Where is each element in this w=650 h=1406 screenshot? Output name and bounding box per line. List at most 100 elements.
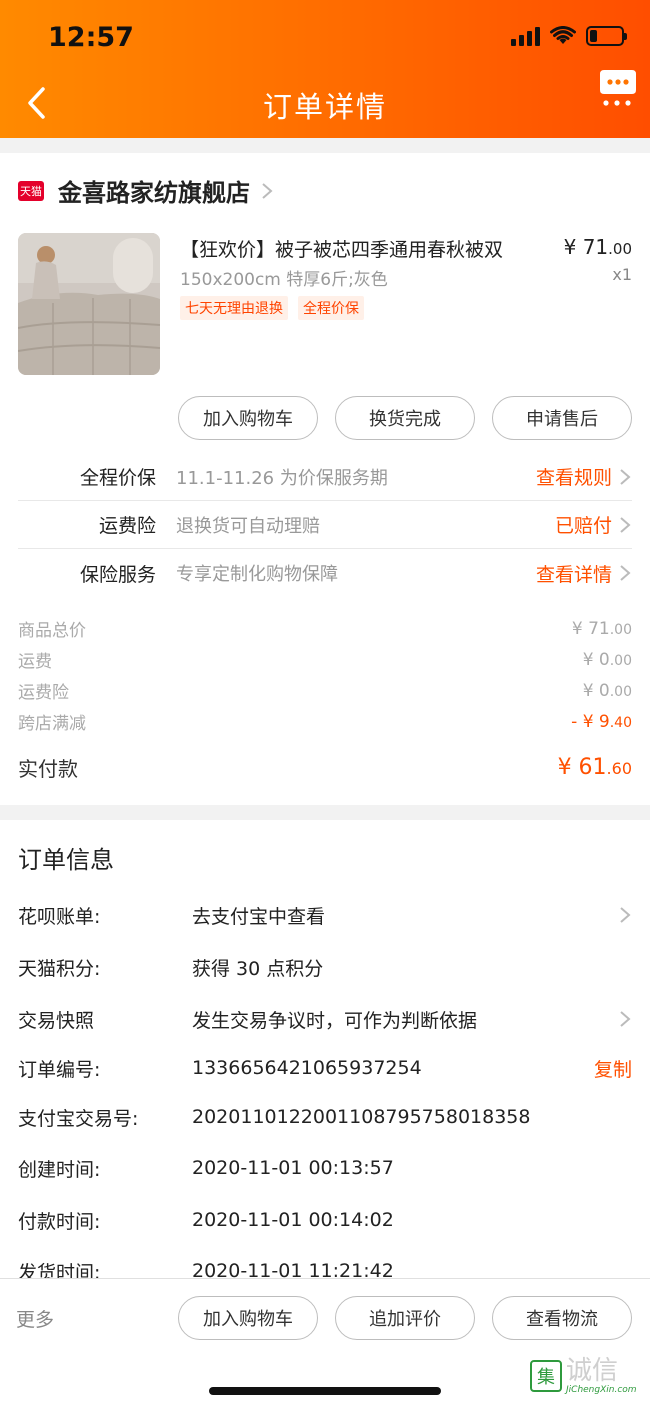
summary-label: 跨店满减	[18, 714, 86, 734]
info-value: 2020-11-01 11:21:42	[192, 1260, 394, 1280]
product-price: ¥ 71.00 x1	[564, 235, 632, 284]
service-desc: 退换货可自动理赔	[176, 515, 320, 537]
order-info-title: 订单信息	[18, 846, 114, 874]
info-value: 发生交易争议时，可作为判断依据	[192, 1009, 478, 1032]
service-label: 运费险	[98, 515, 156, 537]
info-row-points: 天猫积分: 获得 30 点积分	[18, 940, 632, 994]
order-info-card: 订单信息 花呗账单: 去支付宝中查看 天猫积分: 获得 30 点积分 交易快照 …	[0, 820, 650, 1280]
service-desc: 专享定制化购物保障	[176, 564, 338, 585]
tmall-logo-icon: 天猫	[18, 180, 44, 201]
chat-bubble-icon	[600, 70, 636, 106]
info-label: 花呗账单:	[18, 905, 101, 928]
order-info-list: 花呗账单: 去支付宝中查看 天猫积分: 获得 30 点积分 交易快照 发生交易争…	[18, 890, 632, 1281]
info-value: 2020-11-01 00:13:57	[192, 1157, 394, 1179]
service-row-insurance[interactable]: 保险服务 专享定制化购物保障 查看详情	[18, 549, 632, 597]
paid-value: ¥ 61	[557, 755, 607, 780]
summary-decimal: .00	[609, 621, 632, 638]
page-title: 订单详情	[262, 90, 387, 124]
service-desc: 11.1-11.26 为价保服务期	[176, 467, 388, 489]
add-to-cart-button[interactable]: 加入购物车	[178, 396, 318, 440]
paid-decimal: .60	[606, 759, 632, 778]
wifi-icon	[550, 26, 576, 44]
info-label: 付款时间:	[18, 1210, 101, 1233]
info-row-created: 创建时间: 2020-11-01 00:13:57	[18, 1142, 632, 1194]
service-action[interactable]: 查看详情	[536, 560, 612, 587]
chevron-right-icon	[620, 1011, 631, 1027]
product-quantity: x1	[612, 265, 632, 284]
watermark: 集 诚信 JiChengXin.com	[530, 1352, 648, 1400]
info-value: 获得 30 点积分	[192, 957, 324, 980]
more-button[interactable]: 更多	[16, 1305, 54, 1332]
home-indicator[interactable]	[209, 1387, 441, 1395]
tag-return: 七天无理由退换	[180, 296, 288, 320]
summary-row: 运费 ¥ 0.00	[18, 644, 632, 675]
chevron-right-icon	[620, 516, 631, 533]
info-label: 订单编号:	[18, 1058, 101, 1081]
bottom-actions: 加入购物车 追加评价 查看物流	[178, 1296, 632, 1340]
summary-value: ¥ 0	[582, 680, 610, 701]
service-action[interactable]: 查看规则	[536, 463, 612, 490]
info-label: 天猫积分:	[18, 957, 101, 980]
summary-label: 运费险	[18, 683, 69, 703]
summary-row: 商品总价 ¥ 71.00	[18, 613, 632, 644]
summary-decimal: .00	[609, 652, 632, 669]
price-decimal: .00	[608, 240, 632, 258]
service-label: 全程价保	[79, 467, 156, 489]
exchange-complete-button[interactable]: 换货完成	[335, 396, 475, 440]
order-actions: 加入购物车 换货完成 申请售后	[178, 396, 632, 440]
service-action[interactable]: 已赔付	[555, 511, 612, 538]
info-value: 2020-11-01 00:14:02	[192, 1209, 394, 1231]
chevron-right-icon	[262, 182, 273, 199]
info-row-shipped-time: 发货时间: 2020-11-01 11:21:42	[18, 1246, 632, 1280]
status-icons	[511, 26, 627, 46]
shop-row[interactable]: 天猫 金喜路家纺旗舰店	[18, 173, 274, 208]
copy-button[interactable]: 复制	[594, 1055, 632, 1082]
watermark-url: JiChengXin.com	[566, 1385, 637, 1395]
view-logistics-button[interactable]: 查看物流	[492, 1296, 632, 1340]
info-row-snapshot[interactable]: 交易快照 发生交易争议时，可作为判断依据	[18, 994, 632, 1044]
info-row-paid-time: 付款时间: 2020-11-01 00:14:02	[18, 1194, 632, 1246]
after-sales-button[interactable]: 申请售后	[492, 396, 632, 440]
service-row-price-protect[interactable]: 全程价保 11.1-11.26 为价保服务期 查看规则	[18, 453, 632, 501]
paid-row: 实付款 ¥ 61.60	[18, 753, 632, 782]
info-label: 交易快照	[18, 1009, 95, 1032]
summary-value: - ¥ 9	[571, 711, 610, 732]
summary-row: 运费险 ¥ 0.00	[18, 675, 632, 706]
summary-value: ¥ 0	[582, 649, 610, 670]
app-header: 12:57 订单详情	[0, 0, 650, 138]
info-value: 1336656421065937254	[192, 1057, 422, 1079]
more-menu-button[interactable]	[598, 68, 638, 108]
summary-decimal: .40	[609, 714, 632, 731]
info-label: 创建时间:	[18, 1158, 101, 1181]
summary-row: 跨店满减 - ¥ 9.40	[18, 706, 632, 737]
service-row-shipping-insurance[interactable]: 运费险 退换货可自动理赔 已赔付	[18, 501, 632, 549]
info-value: 2020110122001108795758018358	[192, 1106, 531, 1128]
price-integer: ¥ 71	[563, 235, 609, 259]
chevron-right-icon	[620, 907, 631, 923]
paid-label: 实付款	[18, 757, 78, 781]
info-row-huabei[interactable]: 花呗账单: 去支付宝中查看	[18, 890, 632, 940]
watermark-mark: 集	[530, 1360, 562, 1392]
summary-label: 商品总价	[18, 621, 86, 641]
summary-value: ¥ 71	[571, 618, 610, 639]
shop-name[interactable]: 金喜路家纺旗舰店	[58, 173, 250, 208]
comforter-image	[18, 233, 160, 375]
tag-price-protect: 全程价保	[298, 296, 364, 320]
battery-icon	[586, 26, 627, 46]
status-time: 12:57	[48, 22, 134, 53]
chevron-right-icon	[620, 468, 631, 485]
info-row-alipay-number: 支付宝交易号: 2020110122001108795758018358	[18, 1092, 632, 1142]
add-review-button[interactable]: 追加评价	[335, 1296, 475, 1340]
info-value: 去支付宝中查看	[192, 905, 326, 928]
service-list: 全程价保 11.1-11.26 为价保服务期 查看规则 运费险 退换货可自动理赔…	[18, 453, 632, 597]
watermark-text: 诚信	[566, 1356, 619, 1386]
product-tags: 七天无理由退换 全程价保	[180, 296, 364, 320]
summary-label: 运费	[18, 652, 52, 672]
product-thumbnail[interactable]	[18, 233, 160, 375]
product-title[interactable]: 【狂欢价】被子被芯四季通用春秋被双	[180, 235, 503, 262]
info-label: 支付宝交易号:	[18, 1107, 139, 1130]
screen: 12:57 订单详情 天猫 金喜路家纺旗舰店 【狂欢价】被子被芯四季通用春秋被双…	[0, 0, 650, 1406]
add-to-cart-button[interactable]: 加入购物车	[178, 1296, 318, 1340]
info-row-order-number: 订单编号: 1336656421065937254 复制	[18, 1044, 632, 1092]
chevron-right-icon	[620, 565, 631, 581]
